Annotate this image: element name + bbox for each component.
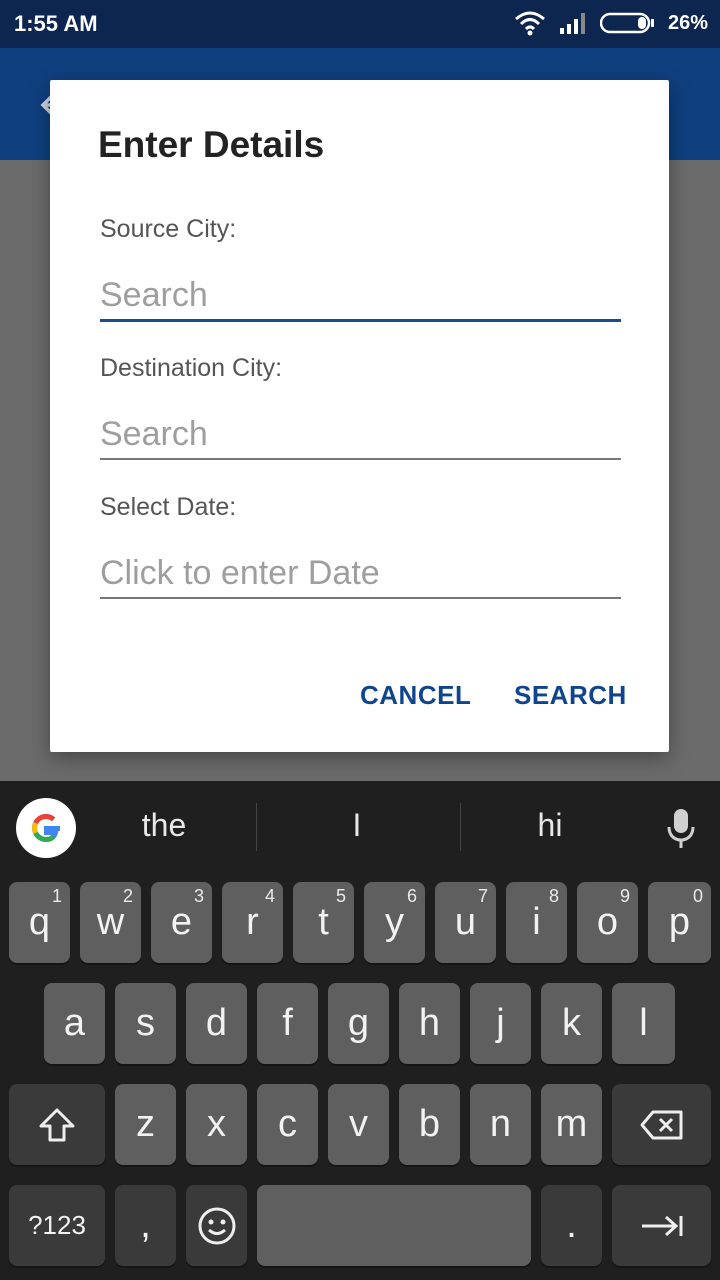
key-v[interactable]: v <box>328 1084 389 1165</box>
key-i[interactable]: i8 <box>506 882 567 963</box>
key-c[interactable]: c <box>257 1084 318 1165</box>
space-key[interactable] <box>257 1185 531 1266</box>
battery-percent: 26% <box>667 11 708 34</box>
key-d[interactable]: d <box>186 983 247 1064</box>
source-city-label: Source City: <box>100 215 237 243</box>
destination-city-label: Destination City: <box>100 354 283 382</box>
key-y[interactable]: y6 <box>364 882 425 963</box>
key-a[interactable]: a <box>44 983 105 1064</box>
search-button[interactable]: SEARCH <box>514 680 627 711</box>
suggestion-1[interactable]: the <box>74 807 254 844</box>
key-label: e <box>170 901 193 943</box>
key-hint: 3 <box>193 886 204 906</box>
emoji-key[interactable] <box>186 1185 247 1266</box>
dialog-title: Enter Details <box>98 124 325 165</box>
status-time: 1:55 AM <box>14 11 98 36</box>
status-bar: 1:55 AM 26% <box>0 0 720 48</box>
enter-details-dialog: Enter Details Source City: Search Destin… <box>50 80 669 752</box>
key-label: t <box>318 901 329 943</box>
key-label: i <box>532 901 541 943</box>
key-g[interactable]: g <box>328 983 389 1064</box>
key-b[interactable]: b <box>399 1084 460 1165</box>
key-label: q <box>28 901 51 943</box>
key-hint: 4 <box>264 886 275 906</box>
suggestion-2[interactable]: I <box>267 807 447 844</box>
source-city-input[interactable]: Search <box>100 271 621 322</box>
key-hint: 1 <box>51 886 62 906</box>
battery-icon <box>599 12 654 34</box>
tab-arrow-icon <box>641 1215 682 1236</box>
backspace-icon <box>640 1110 682 1139</box>
key-hint: 5 <box>335 886 346 906</box>
key-s[interactable]: s <box>115 983 176 1064</box>
key-j[interactable]: j <box>470 983 531 1064</box>
suggestion-divider <box>256 803 257 851</box>
status-icons: 26% <box>514 10 708 36</box>
key-hint: 2 <box>122 886 133 906</box>
key-q[interactable]: q1 <box>9 882 70 963</box>
key-label: y <box>385 901 404 943</box>
backspace-key[interactable] <box>612 1084 711 1165</box>
signal-icon <box>559 13 585 34</box>
key-label: p <box>668 901 691 943</box>
cancel-button[interactable]: CANCEL <box>360 680 471 711</box>
select-date-label: Select Date: <box>100 493 237 521</box>
key-hint: 8 <box>548 886 559 906</box>
destination-city-input[interactable]: Search <box>100 410 621 460</box>
enter-key[interactable] <box>612 1185 711 1266</box>
google-icon[interactable] <box>16 798 76 858</box>
key-f[interactable]: f <box>257 983 318 1064</box>
microphone-icon[interactable] <box>664 807 698 851</box>
emoji-icon <box>198 1207 235 1244</box>
key-t[interactable]: t5 <box>293 882 354 963</box>
key-e[interactable]: e3 <box>151 882 212 963</box>
key-k[interactable]: k <box>541 983 602 1064</box>
key-hint: 0 <box>692 886 703 906</box>
period-key[interactable]: . <box>541 1185 602 1266</box>
key-l[interactable]: l <box>612 983 675 1064</box>
key-label: w <box>96 901 125 943</box>
key-u[interactable]: u7 <box>435 882 496 963</box>
key-o[interactable]: o9 <box>577 882 638 963</box>
symbols-key[interactable]: ?123 <box>9 1185 105 1266</box>
key-hint: 7 <box>477 886 488 906</box>
key-m[interactable]: m <box>541 1084 602 1165</box>
key-x[interactable]: x <box>186 1084 247 1165</box>
key-r[interactable]: r4 <box>222 882 283 963</box>
key-label: o <box>596 901 619 943</box>
comma-key[interactable]: , <box>115 1185 176 1266</box>
soft-keyboard: the I hi q1 w2 e3 r4 t5 y6 u7 i8 o9 p0 a… <box>0 781 720 1280</box>
key-label: u <box>454 901 477 943</box>
key-label: r <box>246 901 259 943</box>
key-hint: 9 <box>619 886 630 906</box>
key-w[interactable]: w2 <box>80 882 141 963</box>
wifi-icon <box>514 11 545 36</box>
key-z[interactable]: z <box>115 1084 176 1165</box>
key-hint: 6 <box>406 886 417 906</box>
suggestion-bar: the I hi <box>0 781 720 876</box>
key-p[interactable]: p0 <box>648 882 711 963</box>
key-n[interactable]: n <box>470 1084 531 1165</box>
date-input[interactable]: Click to enter Date <box>100 549 621 599</box>
shift-icon <box>39 1108 75 1141</box>
suggestion-3[interactable]: hi <box>460 807 640 844</box>
key-h[interactable]: h <box>399 983 460 1064</box>
shift-key[interactable] <box>9 1084 105 1165</box>
